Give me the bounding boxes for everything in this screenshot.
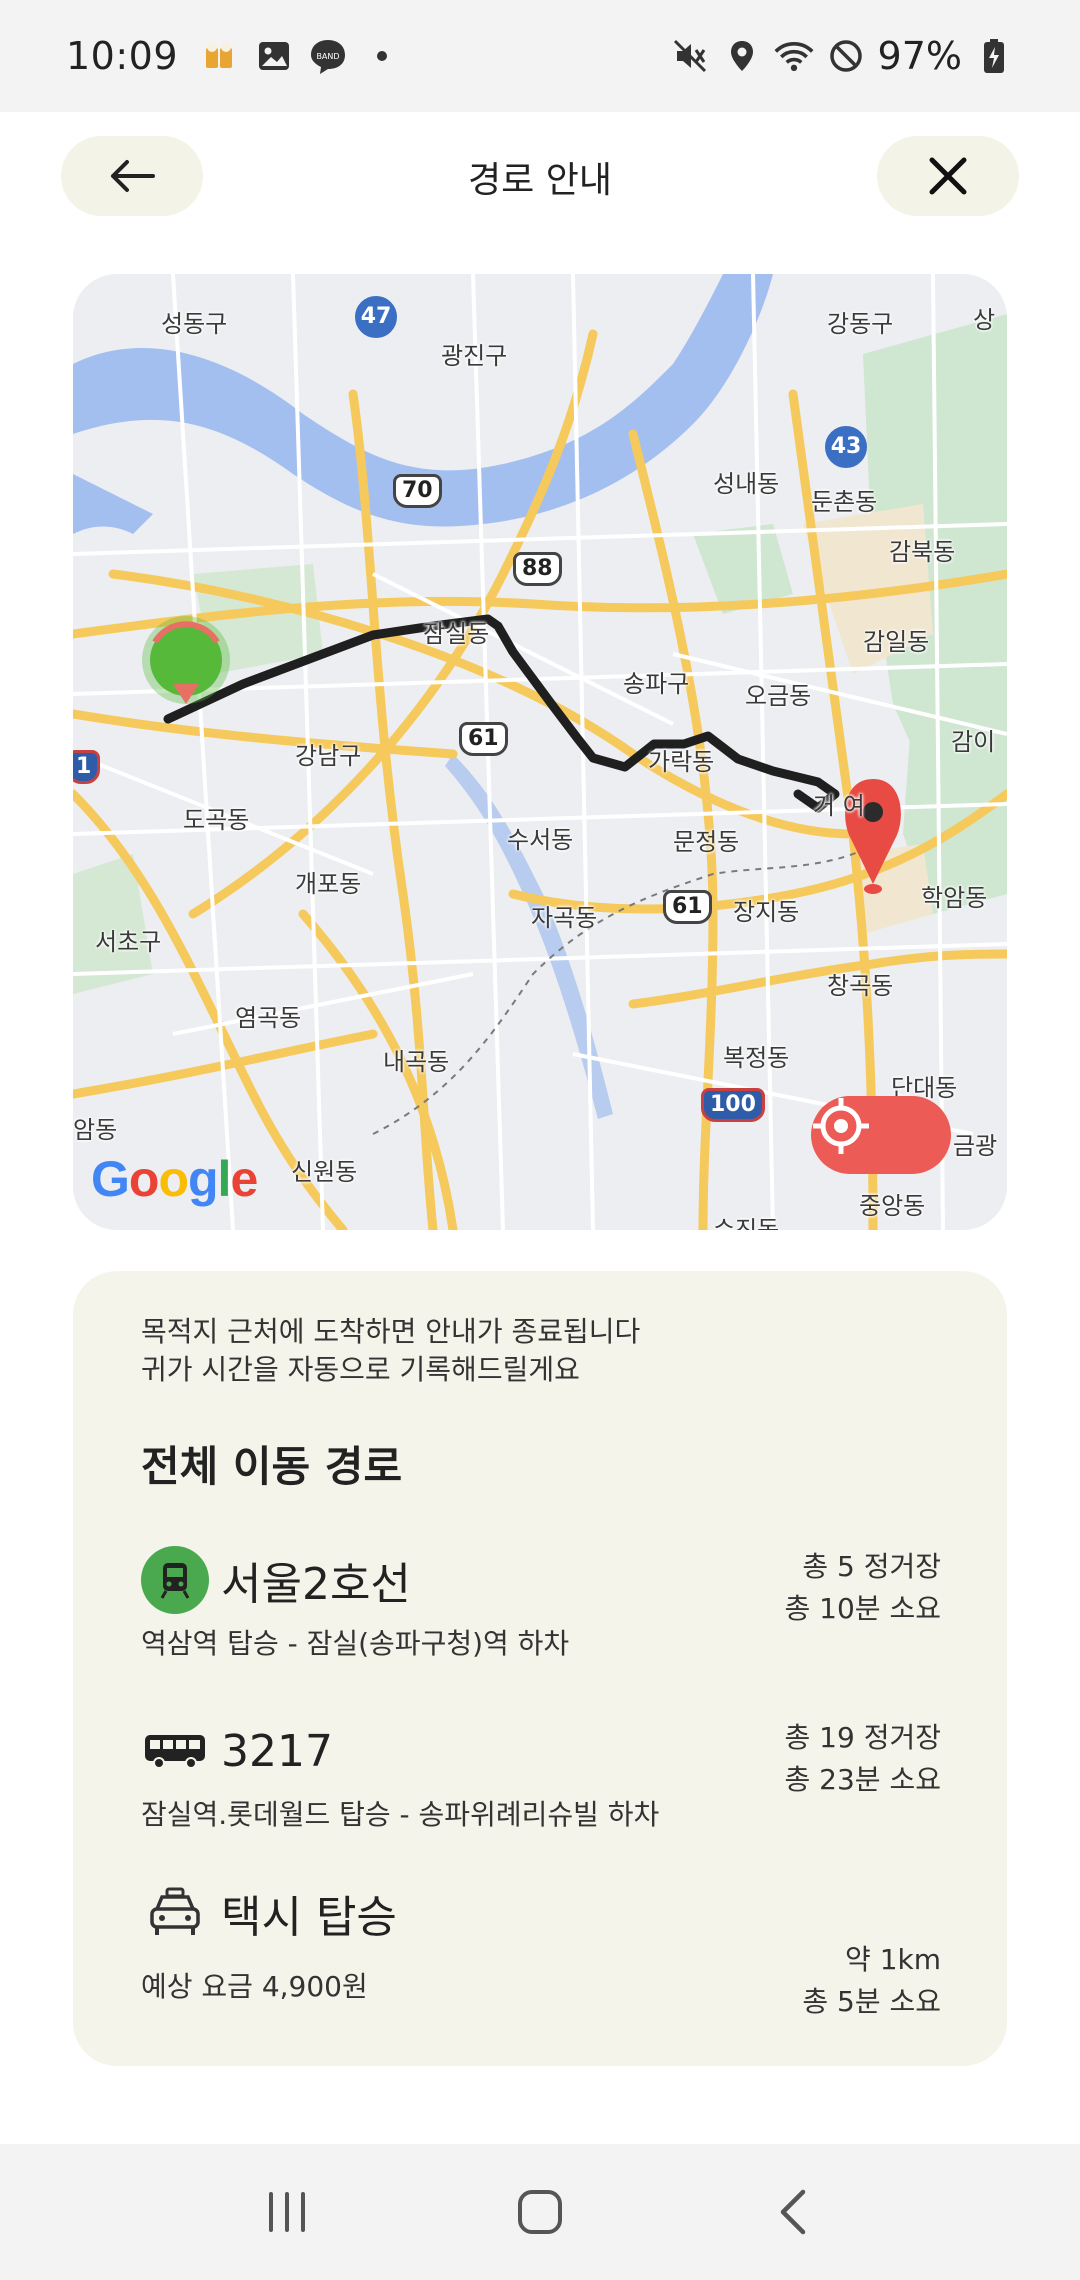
map-label: 신원동	[291, 1158, 358, 1186]
route-map[interactable]: 성동구 광진구 강동구 상 성내동 둔촌동 감북동 감일동 잠실동 송파구 오금…	[73, 274, 1007, 1230]
map-label: 감이	[951, 728, 996, 756]
dot-icon	[362, 36, 402, 76]
taxi-icon	[141, 1879, 209, 1947]
map-label: 성내동	[713, 470, 780, 498]
close-icon	[929, 157, 967, 195]
close-button[interactable]	[877, 136, 1019, 216]
map-label: 문정동	[673, 828, 740, 856]
road-badge: 47	[355, 296, 397, 338]
map-label: 암동	[73, 1116, 118, 1144]
map-label: 창곡동	[827, 972, 894, 1000]
map-label: 수진동	[713, 1216, 780, 1230]
map-label: 잠실동	[423, 620, 490, 648]
map-label: 중앙동	[859, 1192, 926, 1220]
map-label: 내곡동	[383, 1048, 450, 1076]
system-icons: 97%	[670, 34, 1014, 78]
route-step-bus: 3217 잠실역.롯데월드 탑승 - 송파위례리슈빌 하차 총 19 정거장 총…	[141, 1717, 941, 1833]
map-label: 자곡동	[531, 904, 598, 932]
road-badge: 61	[459, 722, 508, 756]
band-text: BAND	[316, 52, 339, 61]
beer-icon	[200, 36, 240, 76]
map-label: 성동구	[161, 310, 228, 338]
map-label: 강남구	[295, 742, 362, 770]
road-badge: 61	[663, 890, 712, 924]
do-not-disturb-icon	[826, 36, 866, 76]
recent-apps-icon	[268, 2192, 305, 2232]
map-label: 가락동	[648, 748, 715, 776]
system-nav-bar	[0, 2144, 1080, 2280]
map-label: 금광	[953, 1132, 998, 1160]
road-badge: 1	[73, 750, 101, 784]
distance: 약 1km	[845, 1943, 941, 1976]
arrival-notice: 목적지 근처에 도착하면 안내가 종료됩니다 귀가 시간을 자동으로 기록해드릴…	[141, 1313, 640, 1389]
subway-icon	[141, 1546, 209, 1614]
map-label: 둔촌동	[811, 488, 878, 516]
map-tiles	[73, 274, 1007, 1230]
road-badge: 100	[701, 1088, 765, 1122]
map-label: 학암동	[921, 884, 988, 912]
route-meta: 약 1km 총 5분 소요	[802, 1939, 941, 2023]
system-back-button[interactable]	[753, 2172, 833, 2252]
map-label: 강동구	[827, 310, 894, 338]
route-name: 택시 탑승	[221, 1892, 397, 1943]
route-info-card: 목적지 근처에 도착하면 안내가 종료됩니다 귀가 시간을 자동으로 기록해드릴…	[73, 1271, 1007, 2066]
route-name: 서울2호선	[221, 1559, 411, 1610]
mute-icon	[670, 36, 710, 76]
bus-icon	[141, 1717, 209, 1785]
crosshair-icon	[813, 1098, 869, 1154]
notice-line: 귀가 시간을 자동으로 기록해드릴게요	[141, 1353, 580, 1386]
section-title: 전체 이동 경로	[141, 1442, 403, 1491]
recent-apps-button[interactable]	[247, 2172, 327, 2252]
home-button[interactable]	[500, 2172, 580, 2252]
route-meta: 총 19 정거장 총 23분 소요	[785, 1717, 941, 1801]
map-label: 복정동	[723, 1044, 790, 1072]
duration: 총 23분 소요	[784, 1763, 941, 1796]
stop-count: 총 19 정거장	[784, 1721, 941, 1754]
route-step-subway: 서울2호선 역삼역 탑승 - 잠실(송파구청)역 하차 총 5 정거장 총 10…	[141, 1546, 941, 1662]
stop-count: 총 5 정거장	[802, 1550, 941, 1583]
location-icon	[722, 36, 762, 76]
map-label: 광진구	[441, 342, 508, 370]
route-name: 3217	[221, 1725, 333, 1777]
current-location-button[interactable]	[811, 1096, 951, 1174]
wifi-icon	[774, 36, 814, 76]
route-meta: 총 5 정거장 총 10분 소요	[785, 1546, 941, 1630]
map-label: 감북동	[889, 538, 956, 566]
map-label: 서초구	[95, 928, 162, 956]
route-step-taxi: 택시 탑승 예상 요금 4,900원 약 1km 총 5분 소요	[141, 1879, 941, 2018]
back-button[interactable]	[61, 136, 203, 216]
map-label: 감일동	[863, 628, 930, 656]
page-title: 경로 안내	[468, 160, 612, 201]
gallery-icon	[254, 36, 294, 76]
map-label: 오금동	[745, 682, 812, 710]
road-badge: 43	[825, 426, 867, 468]
road-badge: 88	[513, 552, 562, 586]
battery-charging-icon	[974, 36, 1014, 76]
map-label: 염곡동	[235, 1004, 302, 1032]
map-label: 도곡동	[183, 806, 250, 834]
arrow-left-icon	[111, 160, 155, 192]
home-icon	[517, 2190, 562, 2234]
map-label: 수서동	[507, 826, 574, 854]
map-label: 개포동	[295, 870, 362, 898]
status-time: 10:09	[66, 34, 179, 78]
map-label: 거 여	[813, 792, 865, 820]
status-bar: 10:09 BAND 97%	[0, 0, 1080, 112]
notice-line: 목적지 근처에 도착하면 안내가 종료됩니다	[141, 1315, 641, 1348]
duration: 총 5분 소요	[802, 1985, 941, 2018]
notification-icons: BAND	[200, 36, 402, 76]
road-badge: 70	[393, 474, 442, 508]
battery-percentage: 97%	[877, 34, 962, 78]
header: 경로 안내	[0, 112, 1080, 242]
duration: 총 10분 소요	[784, 1592, 941, 1625]
map-label: 송파구	[623, 670, 690, 698]
band-icon: BAND	[308, 36, 348, 76]
map-label: 장지동	[733, 898, 800, 926]
google-logo: Google	[91, 1151, 258, 1207]
start-marker	[142, 616, 230, 704]
back-icon	[781, 2189, 806, 2235]
map-label: 상	[973, 306, 996, 334]
